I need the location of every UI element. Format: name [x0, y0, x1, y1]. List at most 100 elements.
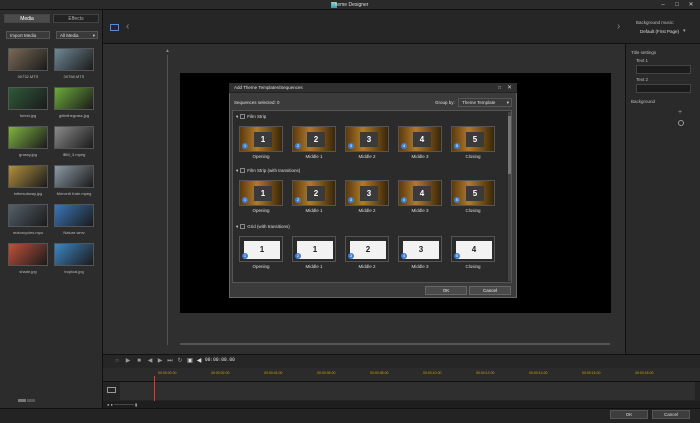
- template-card[interactable]: 55: [451, 180, 495, 206]
- cancel-button[interactable]: Cancel: [652, 410, 690, 419]
- tab-effects[interactable]: Effects: [53, 14, 99, 23]
- background-music-label: Background music:: [636, 20, 675, 25]
- play-icon[interactable]: ▶: [125, 358, 131, 364]
- dialog-cancel-button[interactable]: Cancel: [469, 286, 511, 295]
- group-checkbox[interactable]: [240, 224, 246, 230]
- template-card[interactable]: 33: [345, 126, 389, 152]
- import-media-button[interactable]: Import Media: [6, 31, 50, 39]
- sequence-number-badge: 1: [242, 143, 248, 149]
- template-panel: 5: [466, 186, 484, 201]
- media-thumbnail[interactable]: [54, 48, 94, 71]
- group-by-value: Theme Template: [462, 100, 496, 105]
- collapse-arrow-icon[interactable]: ▾: [236, 224, 238, 229]
- template-card[interactable]: 33: [345, 180, 389, 206]
- template-panel: 2: [307, 132, 325, 147]
- timeline-ruler[interactable]: [103, 368, 700, 381]
- media-thumbnail[interactable]: [8, 48, 48, 71]
- maximize-button[interactable]: □: [670, 0, 684, 10]
- dialog-scroll-thumb[interactable]: [508, 116, 511, 174]
- template-card[interactable]: 55: [451, 126, 495, 152]
- media-thumbnail[interactable]: [54, 243, 94, 266]
- chevron-down-icon[interactable]: ▾: [683, 28, 686, 34]
- loop-icon[interactable]: ↻: [177, 358, 183, 364]
- template-card[interactable]: 44: [398, 180, 442, 206]
- group-checkbox[interactable]: [240, 168, 246, 174]
- tab-media[interactable]: Media: [4, 14, 50, 23]
- template-card[interactable]: 12: [292, 236, 336, 262]
- template-card[interactable]: 34: [398, 236, 442, 262]
- add-icon[interactable]: +: [678, 109, 682, 116]
- zoom-slider[interactable]: ● ● ─────── ▮: [107, 402, 147, 407]
- close-window-button[interactable]: ✕: [684, 0, 698, 10]
- template-card[interactable]: 11: [239, 236, 283, 262]
- text1-input[interactable]: [636, 65, 691, 74]
- template-card[interactable]: 11: [239, 180, 283, 206]
- media-thumbnail[interactable]: [8, 165, 48, 188]
- group-checkbox[interactable]: [240, 114, 246, 120]
- template-panel: 1: [254, 186, 272, 201]
- media-thumbnail[interactable]: [54, 126, 94, 149]
- add-template-icon[interactable]: [110, 24, 119, 31]
- template-card-label: Opening: [252, 208, 270, 213]
- remove-icon[interactable]: [678, 120, 684, 126]
- template-panel: 2: [350, 241, 386, 259]
- sequence-number-badge: 5: [454, 253, 460, 259]
- media-thumbnail[interactable]: [8, 87, 48, 110]
- media-thumbnail[interactable]: [8, 204, 48, 227]
- playhead[interactable]: [154, 376, 155, 401]
- scroll-up-icon[interactable]: ▲: [165, 48, 170, 54]
- snapshot-icon[interactable]: ▣: [187, 358, 193, 364]
- background-music-dropdown[interactable]: Default (First Page): [640, 29, 679, 34]
- template-card-label: Opening: [252, 154, 270, 159]
- sequence-number-badge: 4: [401, 253, 407, 259]
- prev-frame-icon[interactable]: ◀: [147, 358, 153, 364]
- volume-icon[interactable]: ◀: [196, 358, 202, 364]
- sequence-number-badge: 5: [454, 197, 460, 203]
- title-settings-label: Title settings: [631, 50, 657, 55]
- view-toggle-icon[interactable]: [18, 398, 40, 402]
- next-frame-icon[interactable]: ▶: [157, 358, 163, 364]
- track-body[interactable]: [120, 382, 695, 400]
- group-name: Film Strip (with transitions): [247, 168, 301, 173]
- next-arrow-icon[interactable]: ›: [617, 21, 620, 32]
- group-by-label: Group by:: [435, 100, 455, 105]
- collapse-arrow-icon[interactable]: ▾: [236, 168, 238, 173]
- template-group-header[interactable]: ▾ Film Strip (with transitions): [236, 168, 300, 174]
- media-thumbnail[interactable]: [54, 204, 94, 227]
- media-thumbnail[interactable]: [8, 126, 48, 149]
- dialog-ok-button[interactable]: OK: [425, 286, 467, 295]
- collapse-arrow-icon[interactable]: ▾: [236, 114, 238, 119]
- template-group-header[interactable]: ▾ Film Strip: [236, 114, 266, 120]
- template-card[interactable]: 23: [345, 236, 389, 262]
- stop-icon[interactable]: ○: [114, 358, 120, 364]
- media-filter-dropdown[interactable]: All Media ▾: [56, 31, 98, 39]
- media-thumbnail[interactable]: [54, 87, 94, 110]
- ruler-tick-label: 00:00:18.00: [635, 371, 654, 375]
- template-card-label: Closing: [465, 264, 481, 269]
- template-card[interactable]: 22: [292, 126, 336, 152]
- dialog-maximize-icon[interactable]: □: [498, 85, 501, 91]
- dialog-close-icon[interactable]: ✕: [507, 84, 512, 91]
- ok-button[interactable]: OK: [610, 410, 648, 419]
- text2-input[interactable]: [636, 84, 691, 93]
- chevron-down-icon: ▾: [506, 100, 509, 105]
- group-by-dropdown[interactable]: Theme Template ▾: [458, 98, 512, 107]
- vertical-slider[interactable]: [167, 55, 168, 345]
- ruler-tick-label: 00:00:14.00: [529, 371, 548, 375]
- fast-forward-icon[interactable]: ⏭: [167, 358, 173, 364]
- template-card[interactable]: 11: [239, 126, 283, 152]
- media-thumbnail[interactable]: [54, 165, 94, 188]
- minimize-button[interactable]: –: [656, 0, 670, 10]
- template-card[interactable]: 45: [451, 236, 495, 262]
- media-filename: girlinthegrass.jpg: [58, 113, 90, 118]
- template-card[interactable]: 44: [398, 126, 442, 152]
- media-filename: motorcycles.mpo: [12, 230, 44, 235]
- ruler-tick-label: 00:00:16.00: [582, 371, 601, 375]
- prev-arrow-icon[interactable]: ‹: [126, 21, 129, 32]
- pause-icon[interactable]: ■: [136, 358, 142, 364]
- media-filename: 00732.MTS: [17, 74, 39, 79]
- template-group-header[interactable]: ▾ Grid (with transitions): [236, 224, 290, 230]
- media-thumbnail[interactable]: [8, 243, 48, 266]
- preview-scrubber[interactable]: [180, 343, 610, 345]
- template-card[interactable]: 22: [292, 180, 336, 206]
